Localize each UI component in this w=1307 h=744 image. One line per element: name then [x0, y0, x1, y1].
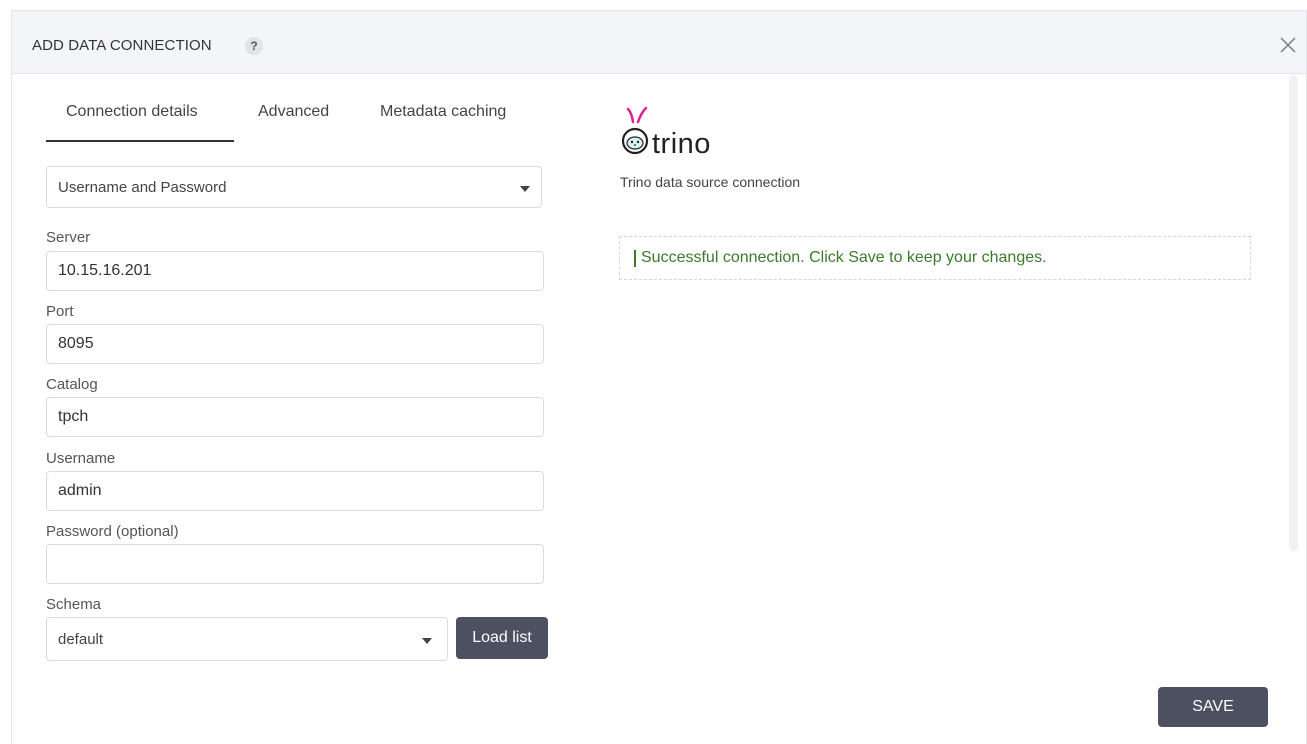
password-input[interactable]	[46, 544, 544, 584]
schema-select[interactable]: default	[46, 617, 448, 661]
port-input[interactable]	[46, 324, 544, 364]
password-label: Password (optional)	[46, 523, 179, 540]
close-icon[interactable]	[1278, 35, 1298, 55]
source-description: Trino data source connection	[620, 174, 801, 190]
dialog-title: ADD DATA CONNECTION	[32, 37, 212, 54]
help-icon[interactable]: ?	[245, 37, 263, 55]
auth-method-select[interactable]: Username and Password	[46, 166, 542, 208]
chevron-down-icon	[422, 638, 432, 644]
tab-bar: Connection details Advanced Metadata cac…	[46, 73, 536, 143]
save-button[interactable]: SAVE	[1158, 687, 1268, 727]
add-data-connection-dialog: ADD DATA CONNECTION ? Connection details…	[11, 10, 1307, 744]
catalog-input[interactable]	[46, 397, 544, 437]
username-input[interactable]	[46, 471, 544, 511]
active-tab-indicator	[46, 140, 234, 142]
tab-advanced[interactable]: Advanced	[258, 103, 329, 121]
server-label: Server	[46, 229, 91, 246]
status-indicator	[634, 250, 636, 267]
username-label: Username	[46, 450, 116, 467]
source-logo-text: trino	[652, 128, 711, 160]
schema-value: default	[58, 631, 104, 648]
tab-metadata-caching[interactable]: Metadata caching	[380, 103, 506, 121]
status-message-box: Successful connection. Click Save to kee…	[619, 236, 1251, 280]
catalog-label: Catalog	[46, 376, 98, 393]
tab-connection-details[interactable]: Connection details	[66, 103, 198, 121]
port-label: Port	[46, 303, 74, 320]
server-input[interactable]	[46, 251, 544, 291]
dialog-header: ADD DATA CONNECTION ?	[12, 11, 1306, 74]
status-message: Successful connection. Click Save to kee…	[641, 249, 1047, 266]
scrollbar[interactable]	[1289, 75, 1298, 551]
auth-method-value: Username and Password	[58, 179, 227, 196]
schema-label: Schema	[46, 596, 102, 613]
chevron-down-icon	[520, 186, 530, 192]
load-list-button[interactable]: Load list	[456, 617, 548, 659]
